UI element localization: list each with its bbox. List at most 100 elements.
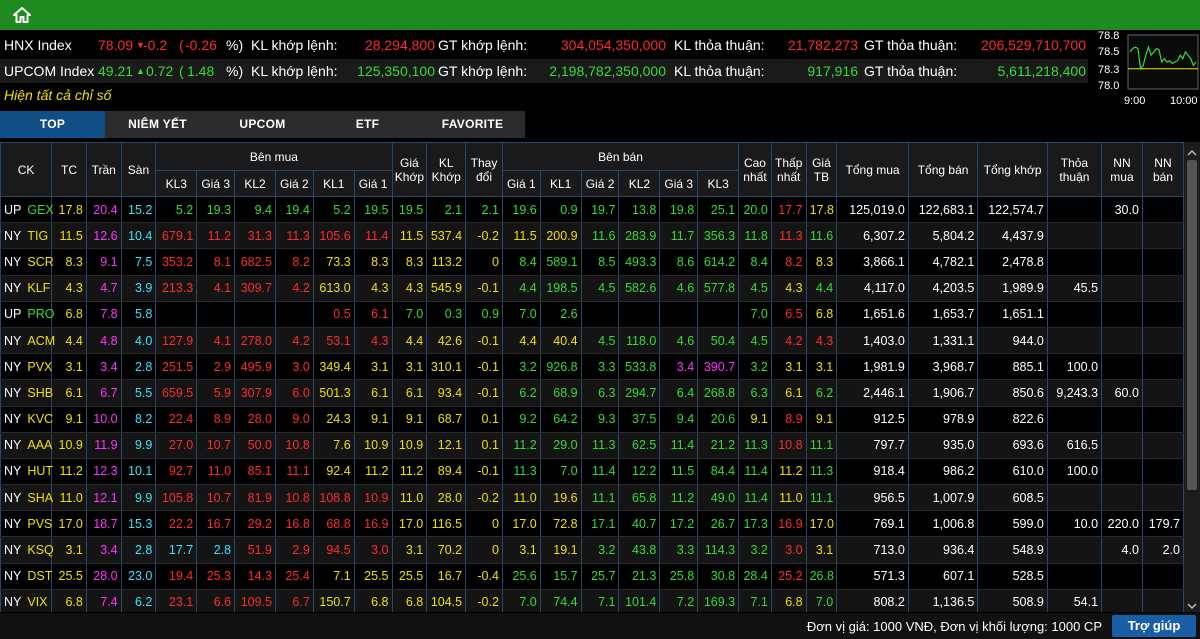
cell-buy-kl3 [155,301,198,328]
cell-symbol[interactable]: NY KVC [0,406,53,433]
cell-tong-ban: 122,683.1 [907,196,979,224]
cell-buy-gia2: 19.4 [274,196,314,224]
cell-symbol[interactable]: NY DST [0,563,52,590]
tab-niem-yet[interactable]: NIÊM YẾT [105,111,210,138]
cell-nn-ban [1141,563,1184,590]
cell-nn-ban [1141,432,1184,459]
scroll-up-icon[interactable] [1187,145,1197,156]
cell-tong-khop: 885.1 [977,353,1048,381]
cell-tong-ban: 4,203.5 [907,275,979,302]
cell-symbol[interactable]: NY TIG [0,222,53,250]
cell-symbol[interactable]: NY ACM [0,327,55,355]
stock-symbol: PVX [27,359,53,374]
table-row[interactable]: NY KLF 4.3 4.7 3.9 213.3 4.1 309.7 4.2 613.0 4.3 4.… [0,275,1184,302]
vertical-scrollbar[interactable] [1184,142,1200,612]
exchange-code: NY [4,333,22,348]
cell-thay-doi: -0.1 [465,458,503,486]
col-tong-ban: Tổng bán [907,142,979,197]
cell-gia-tb: 6.2 [805,379,838,407]
tab-top[interactable]: TOP [0,111,105,138]
table-row[interactable]: UP GEX 17.8 20.4 15.2 5.2 19.3 9.4 19.4 5.2 19.5 19… [0,196,1184,224]
cell-symbol[interactable]: NY PVS [0,510,52,538]
cell-symbol[interactable]: NY HUT [0,458,53,486]
cell-tran: 7.8 [85,301,122,328]
table-row[interactable]: NY SHB 6.1 6.7 5.5 659.5 5.9 307.9 6.0 501.3 6.1 6.… [0,379,1184,407]
exchange-code: NY [4,412,22,427]
cell-thap-nhat: 4.3 [770,275,807,302]
cell-symbol[interactable]: NY SCR [0,248,54,276]
tab-upcom[interactable]: UPCOM [210,111,315,138]
show-all-indices-link[interactable]: Hiện tất cả chỉ số [4,87,111,103]
cell-sell-gia2: 25.7 [580,563,620,590]
cell-thoa-thuan: 54.1 [1046,589,1103,612]
scroll-down-icon[interactable] [1187,598,1197,610]
cell-symbol[interactable]: UP GEX [0,196,54,224]
cell-buy-gia1: 10.9 [353,484,393,512]
cell-sell-gia2: 11.6 [580,222,620,250]
cell-sell-kl3: 114.3 [697,536,740,564]
cell-symbol[interactable]: NY AAA [0,432,52,459]
help-button[interactable]: Trợ giúp [1112,615,1196,637]
cell-tong-khop: 1,989.9 [977,275,1048,302]
table-row[interactable]: NY ACM 4.4 4.8 4.0 127.9 4.1 278.0 4.2 53.1 4.3 4.4… [0,327,1184,355]
table-row[interactable]: NY PVS 17.0 18.7 15.3 22.2 16.7 29.2 16.8 68.8 16.… [0,510,1184,538]
cell-sell-gia2: 8.5 [580,248,620,276]
table-row[interactable]: UP PRO 6.8 7.8 5.8 0.5 6.1 7.0 0.3 0.9 7.0 2.6 7.0 6.… [0,301,1184,328]
cell-gia-tb: 11.1 [805,432,838,459]
table-row[interactable]: NY SHA 11.0 12.1 9.9 105.8 10.7 81.9 10.8 108.8 10… [0,484,1184,512]
cell-gia-khop: 11.0 [391,484,428,512]
cell-kl-khop: 93.4 [426,379,467,407]
table-row[interactable]: NY SCR 8.3 9.1 7.5 353.2 8.1 682.5 8.2 73.3 8.3 8.3… [0,248,1184,276]
mini-index-chart: 78.8 78.5 78.3 78.0 9:00 10:00 [1092,30,1200,111]
cell-san: 5.5 [120,379,157,407]
table-row[interactable]: NY AAA 10.9 11.9 9.9 27.0 10.7 50.0 10.8 7.6 10.9 1… [0,432,1184,459]
table-row[interactable]: NY PVX 3.1 3.4 2.8 251.5 2.9 495.9 3.0 349.4 3.1 3.… [0,353,1184,381]
cell-san: 6.2 [120,589,157,612]
cell-tong-ban: 607.1 [907,563,979,590]
home-icon[interactable] [12,6,32,24]
cell-symbol[interactable]: NY KLF [0,275,53,302]
cell-sell-kl3: 21.2 [697,432,740,459]
cell-symbol[interactable]: NY VIX [0,589,53,612]
cell-san: 5.8 [120,301,157,328]
cell-nn-mua: 220.0 [1101,510,1143,538]
cell-sell-gia3: 3.4 [659,353,699,381]
cell-thay-doi: 0 [465,248,503,276]
scroll-thumb[interactable] [1187,160,1197,490]
cell-symbol[interactable]: NY SHA [0,484,53,512]
cell-symbol[interactable]: UP PRO [0,301,54,328]
table-row[interactable]: NY KVC 9.1 10.0 8.2 22.4 8.9 28.0 9.0 24.3 9.1 9.1 6… [0,406,1184,433]
table-row[interactable]: NY HUT 11.2 12.3 10.1 92.7 11.0 85.1 11.1 92.4 11.… [0,458,1184,486]
cell-sell-kl2: 21.3 [618,563,661,590]
cell-tong-ban: 978.9 [907,406,979,433]
cell-tong-mua: 125,019.0 [836,196,909,224]
cell-symbol[interactable]: NY KSQ [0,536,54,564]
cell-symbol[interactable]: NY SHB [0,379,53,407]
table-row[interactable]: NY DST 25.5 28.0 23.0 19.4 25.3 14.3 25.4 7.1 25.5… [0,563,1184,590]
cell-thap-nhat: 17.7 [770,196,807,224]
kl-tt-value: 21,782,273 [787,37,858,53]
table-row[interactable]: NY KSQ 3.1 3.4 2.8 17.7 2.8 51.9 2.9 94.5 3.0 3.1 70… [0,536,1184,564]
cell-sell-gia2 [580,301,620,328]
cell-sell-gia1: 11.5 [501,222,541,250]
table-row[interactable]: NY VIX 6.8 7.4 6.2 23.1 6.6 109.5 6.7 150.7 6.8 6.8… [0,589,1184,612]
cell-tran: 4.8 [85,327,122,355]
cell-nn-mua [1101,589,1143,612]
index-name: UPCOM Index [4,63,95,79]
cell-sell-kl3: 30.8 [697,563,740,590]
col-ck: CK [0,142,53,197]
cell-nn-ban [1141,275,1184,302]
cell-nn-ban [1141,196,1184,224]
cell-nn-ban [1141,301,1184,328]
cell-buy-gia1: 3.0 [353,536,393,564]
cell-nn-ban [1141,327,1184,355]
index-value: 49.21 [98,63,134,79]
col-thoa-thuan: Thỏa thuận [1046,142,1103,197]
table-row[interactable]: NY TIG 11.5 12.6 10.4 679.1 11.2 31.3 11.3 105.6 1… [0,222,1184,250]
tab-etf[interactable]: ETF [315,111,420,138]
cell-buy-gia1: 4.3 [353,275,393,302]
cell-cao-nhat: 4.5 [738,327,772,355]
cell-symbol[interactable]: NY PVX [0,353,53,381]
tab-favorite[interactable]: FAVORITE [420,111,525,138]
cell-buy-gia1: 19.5 [353,196,393,224]
